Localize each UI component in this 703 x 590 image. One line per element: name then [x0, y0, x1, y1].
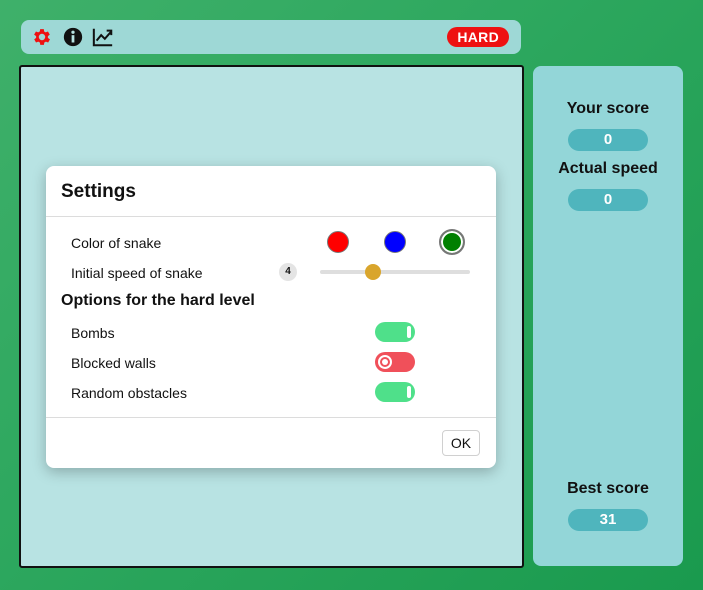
- option-label-random-obstacles: Random obstacles: [71, 385, 187, 401]
- color-option-blue[interactable]: [384, 231, 406, 253]
- option-label-blocked-walls: Blocked walls: [71, 355, 156, 371]
- option-label-bombs: Bombs: [71, 325, 115, 341]
- divider: [46, 417, 496, 418]
- speed-label: Initial speed of snake: [71, 265, 203, 281]
- color-option-red[interactable]: [327, 231, 349, 253]
- speed-slider-track[interactable]: [320, 270, 470, 274]
- blocked-walls-toggle[interactable]: [375, 352, 415, 372]
- bombs-toggle[interactable]: [375, 322, 415, 342]
- ok-button[interactable]: OK: [442, 430, 480, 456]
- divider: [46, 216, 496, 217]
- actual-speed-value: 0: [568, 189, 648, 211]
- snake-color-label: Color of snake: [71, 235, 162, 251]
- best-score-label: Best score: [567, 480, 649, 497]
- difficulty-badge: HARD: [447, 27, 509, 47]
- info-icon[interactable]: [62, 26, 84, 48]
- gear-icon[interactable]: [31, 26, 53, 48]
- settings-dialog: Settings Color of snake Initial speed of…: [46, 166, 496, 468]
- actual-speed-label: Actual speed: [558, 160, 658, 177]
- speed-value-badge: 4: [279, 263, 297, 281]
- hard-options-title: Options for the hard level: [61, 292, 255, 309]
- random-obstacles-toggle[interactable]: [375, 382, 415, 402]
- chart-icon[interactable]: [92, 26, 114, 48]
- your-score-label: Your score: [566, 100, 650, 117]
- speed-slider-thumb[interactable]: [364, 264, 381, 280]
- score-panel: Your score 0 Actual speed 0 Best score 3…: [533, 66, 683, 566]
- top-toolbar: HARD: [21, 20, 521, 54]
- dialog-title: Settings: [61, 181, 136, 202]
- your-score-value: 0: [568, 129, 648, 151]
- color-option-green[interactable]: [439, 229, 465, 255]
- best-score-value: 31: [568, 509, 648, 531]
